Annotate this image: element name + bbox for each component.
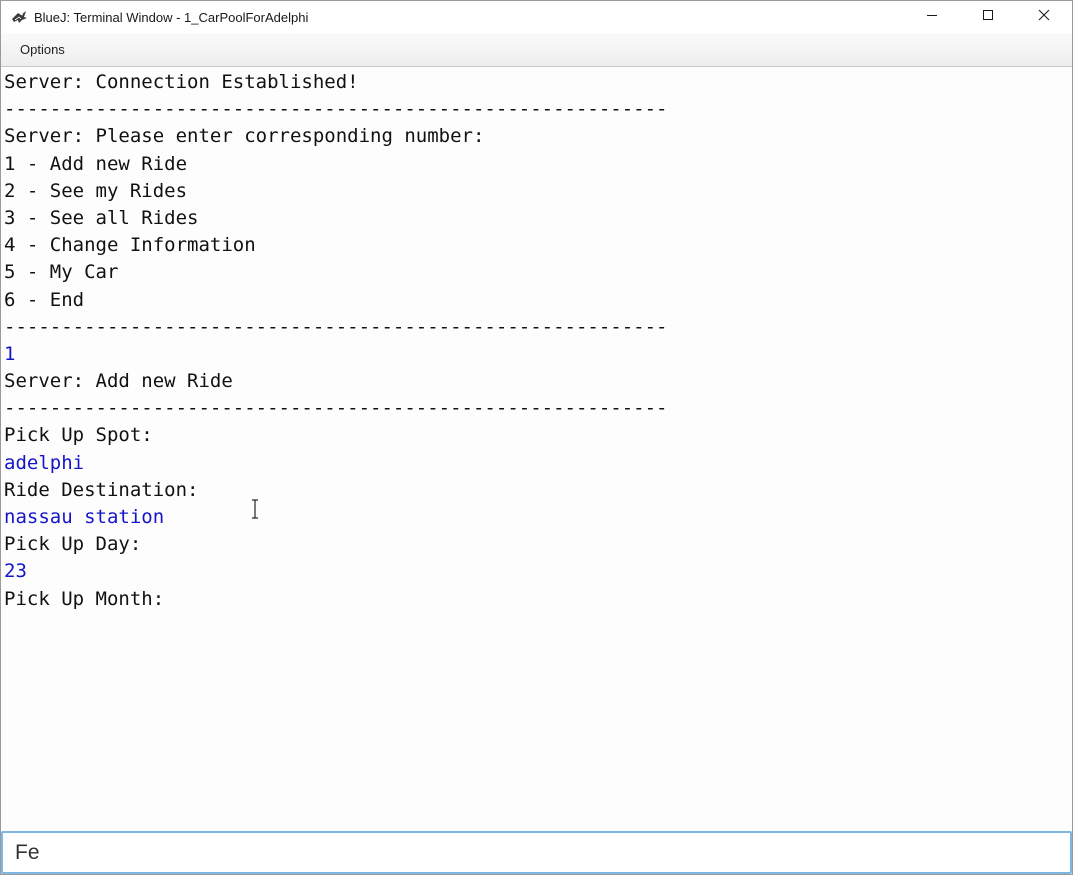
close-button[interactable] <box>1016 1 1072 33</box>
terminal-output-line: 1 - Add new Ride <box>4 152 188 175</box>
close-icon <box>1038 8 1050 26</box>
terminal-output-line: 5 - My Car <box>4 261 119 284</box>
maximize-icon <box>982 8 994 26</box>
terminal-output-line: ----------------------------------------… <box>4 315 668 338</box>
title-bar[interactable]: BlueJ: Terminal Window - 1_CarPoolForAde… <box>1 1 1072 33</box>
bluej-bird-icon <box>10 8 28 26</box>
terminal-output-line: 6 - End <box>4 288 85 311</box>
terminal-output-line: ----------------------------------------… <box>4 98 668 121</box>
terminal-input-field[interactable] <box>15 840 1055 865</box>
terminal-user-input-line: 1 <box>4 342 16 365</box>
minimize-icon <box>926 8 938 26</box>
terminal-output-line: Ride Destination: <box>4 478 199 501</box>
terminal-output-line: 2 - See my Rides <box>4 179 188 202</box>
window-title: BlueJ: Terminal Window - 1_CarPoolForAde… <box>34 9 309 25</box>
menu-options[interactable]: Options <box>12 39 73 60</box>
terminal-output[interactable]: Server: Connection Established! ---------… <box>1 67 1072 831</box>
terminal-output-line: 3 - See all Rides <box>4 206 199 229</box>
terminal-output-line: Pick Up Month: <box>4 587 165 610</box>
terminal-user-input-line: adelphi <box>4 451 85 474</box>
terminal-output-line: 4 - Change Information <box>4 234 256 257</box>
input-bar <box>1 831 1072 874</box>
terminal-output-line: ----------------------------------------… <box>4 397 668 420</box>
terminal-output-line: Server: Add new Ride <box>4 370 233 393</box>
text-cursor-icon <box>249 499 261 519</box>
menu-bar: Options <box>1 33 1072 67</box>
maximize-button[interactable] <box>960 1 1016 33</box>
terminal-window: BlueJ: Terminal Window - 1_CarPoolForAde… <box>0 0 1073 875</box>
terminal-output-line: Server: Please enter corresponding numbe… <box>4 125 485 148</box>
terminal-output-line: Pick Up Day: <box>4 533 142 556</box>
terminal-output-line: Server: Connection Established! <box>4 71 359 93</box>
window-controls <box>904 1 1072 33</box>
terminal-output-line: Pick Up Spot: <box>4 424 153 447</box>
terminal-user-input-line: nassau station <box>4 506 165 528</box>
terminal-user-input-line: 23 <box>4 560 27 583</box>
minimize-button[interactable] <box>904 1 960 33</box>
